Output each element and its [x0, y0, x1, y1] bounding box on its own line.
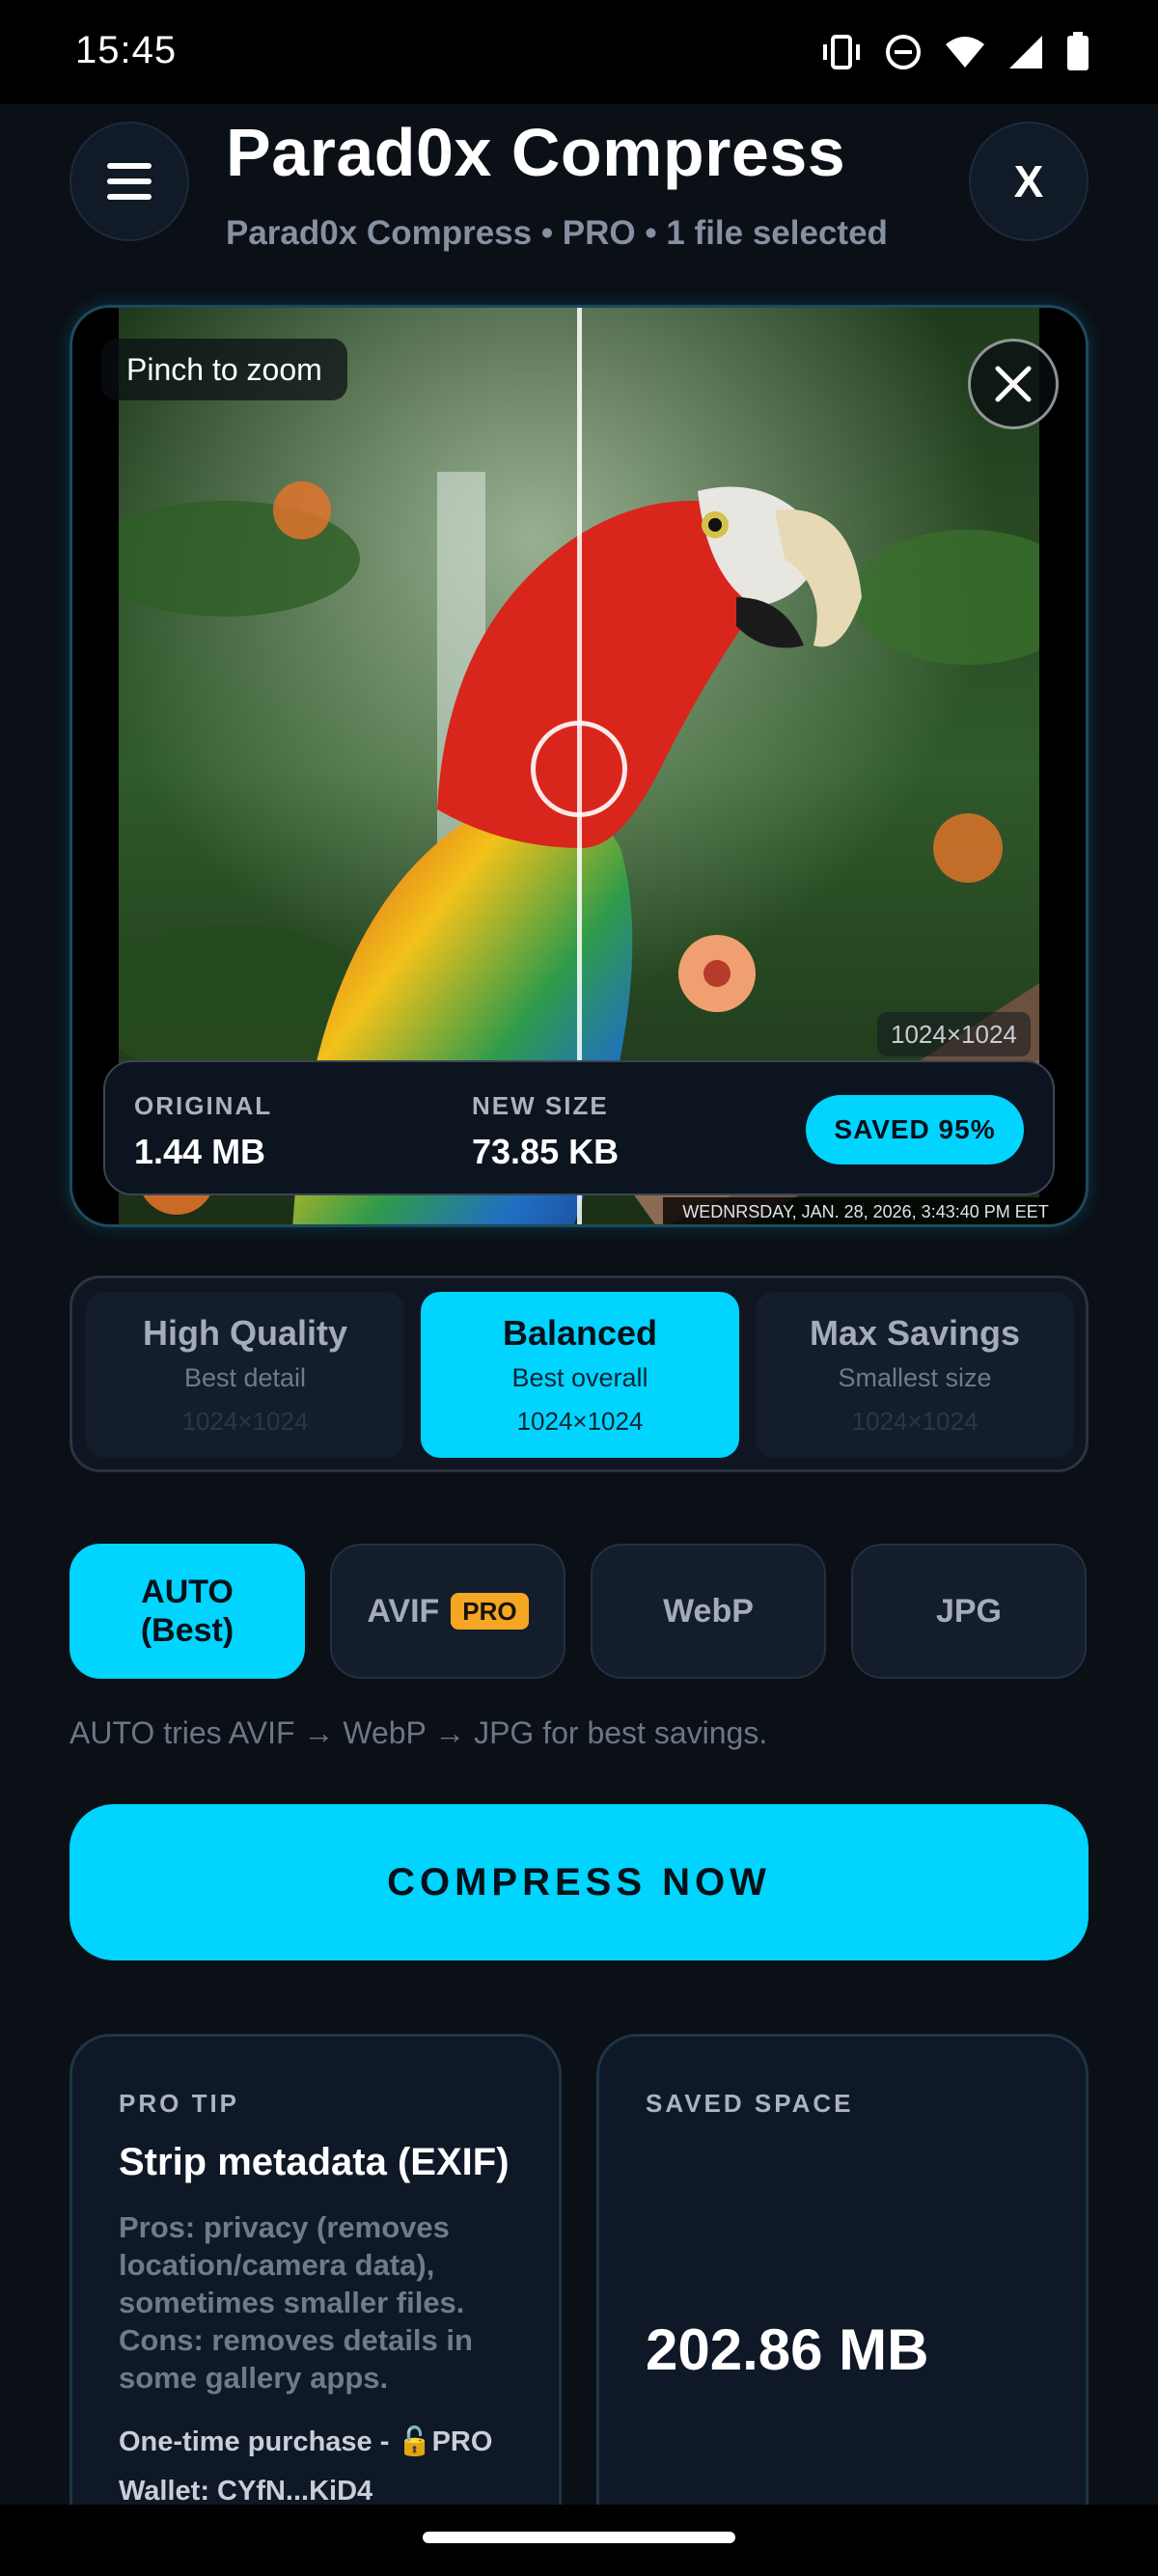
quality-resolution: 1024×1024 [181, 1407, 309, 1436]
purchase-info[interactable]: One-time purchase - 🔓PRO [119, 2425, 492, 2458]
status-bar: 15:45 [0, 0, 1158, 104]
menu-button[interactable] [69, 122, 189, 241]
vibrate-icon [823, 35, 860, 69]
pro-tip-body: Pros: privacy (removes location/camera d… [119, 2210, 473, 2395]
pro-tip-label: PRO TIP [119, 2089, 240, 2118]
image-preview-card: Pinch to zoom 1024×1024 ORIGINAL 1.44 MB… [69, 305, 1089, 1227]
original-label: ORIGINAL [134, 1091, 273, 1120]
quality-resolution: 1024×1024 [851, 1407, 979, 1436]
close-icon [995, 366, 1032, 402]
close-preview-button[interactable] [968, 339, 1059, 429]
navigation-bar [0, 2505, 1158, 2576]
wallet-info: Wallet: CYfN...KiD4 [119, 2476, 373, 2507]
saved-space-card: SAVED SPACE 202.86 MB [596, 2034, 1089, 2576]
format-jpg-button[interactable]: JPG [851, 1544, 1087, 1679]
pro-tip-title: Strip metadata (EXIF) [119, 2141, 510, 2183]
compress-now-button[interactable]: COMPRESS NOW [69, 1804, 1089, 1960]
quality-option-max-savings[interactable]: Max Savings Smallest size 1024×1024 [756, 1292, 1074, 1458]
status-icons [820, 31, 1090, 73]
format-auto-label: AUTO [141, 1574, 234, 1610]
format-avif-button[interactable]: AVIF PRO [330, 1544, 565, 1679]
battery-icon [1067, 32, 1089, 70]
quality-subtitle: Best overall [511, 1363, 648, 1392]
format-auto-button[interactable]: AUTO (Best) [69, 1544, 305, 1679]
saved-space-value: 202.86 MB [646, 2317, 929, 2382]
format-hint: AUTO tries AVIF → WebP → JPG for best sa… [69, 1715, 768, 1750]
home-gesture-handle[interactable] [423, 2532, 735, 2543]
image-timestamp: WEDNRSDAY, JAN. 28, 2026, 3:43:40 PM EET [663, 1197, 1068, 1224]
zoom-hint: Pinch to zoom [101, 339, 347, 400]
pro-badge: PRO [451, 1593, 529, 1630]
original-size: 1.44 MB [134, 1132, 266, 1171]
size-stats-bar: ORIGINAL 1.44 MB NEW SIZE 73.85 KB SAVED… [103, 1060, 1055, 1195]
quality-option-balanced[interactable]: Balanced Best overall 1024×1024 [421, 1292, 739, 1458]
status-time: 15:45 [75, 29, 178, 71]
quality-option-high[interactable]: High Quality Best detail 1024×1024 [86, 1292, 404, 1458]
format-auto-sublabel: (Best) [140, 1612, 234, 1649]
quality-resolution: 1024×1024 [516, 1407, 644, 1436]
app-title: Parad0x Compress [226, 115, 846, 190]
quality-title: Balanced [502, 1313, 658, 1353]
quality-subtitle: Best detail [183, 1363, 307, 1392]
format-avif-label: AVIF [367, 1593, 440, 1630]
do-not-disturb-icon [886, 35, 921, 69]
cellular-signal-icon [1009, 36, 1042, 69]
quality-selector: High Quality Best detail 1024×1024 Balan… [69, 1275, 1089, 1472]
new-size-value: 73.85 KB [472, 1132, 620, 1171]
quality-title: High Quality [142, 1313, 347, 1353]
saved-percent-badge: SAVED 95% [806, 1095, 1024, 1165]
format-webp-button[interactable]: WebP [591, 1544, 826, 1679]
app-subtitle: Parad0x Compress • PRO • 1 file selected [226, 214, 888, 252]
quality-title: Max Savings [809, 1313, 1021, 1353]
pro-tip-card: PRO TIP Strip metadata (EXIF) Pros: priv… [69, 2034, 562, 2576]
compare-drag-handle[interactable] [531, 721, 627, 817]
new-size-label: NEW SIZE [472, 1091, 609, 1120]
hamburger-menu-icon [107, 163, 152, 200]
quality-subtitle: Smallest size [838, 1363, 992, 1392]
resolution-badge: 1024×1024 [877, 1012, 1031, 1056]
wifi-icon [946, 37, 984, 68]
close-app-button[interactable]: X [969, 122, 1089, 241]
saved-space-label: SAVED SPACE [646, 2089, 854, 2118]
